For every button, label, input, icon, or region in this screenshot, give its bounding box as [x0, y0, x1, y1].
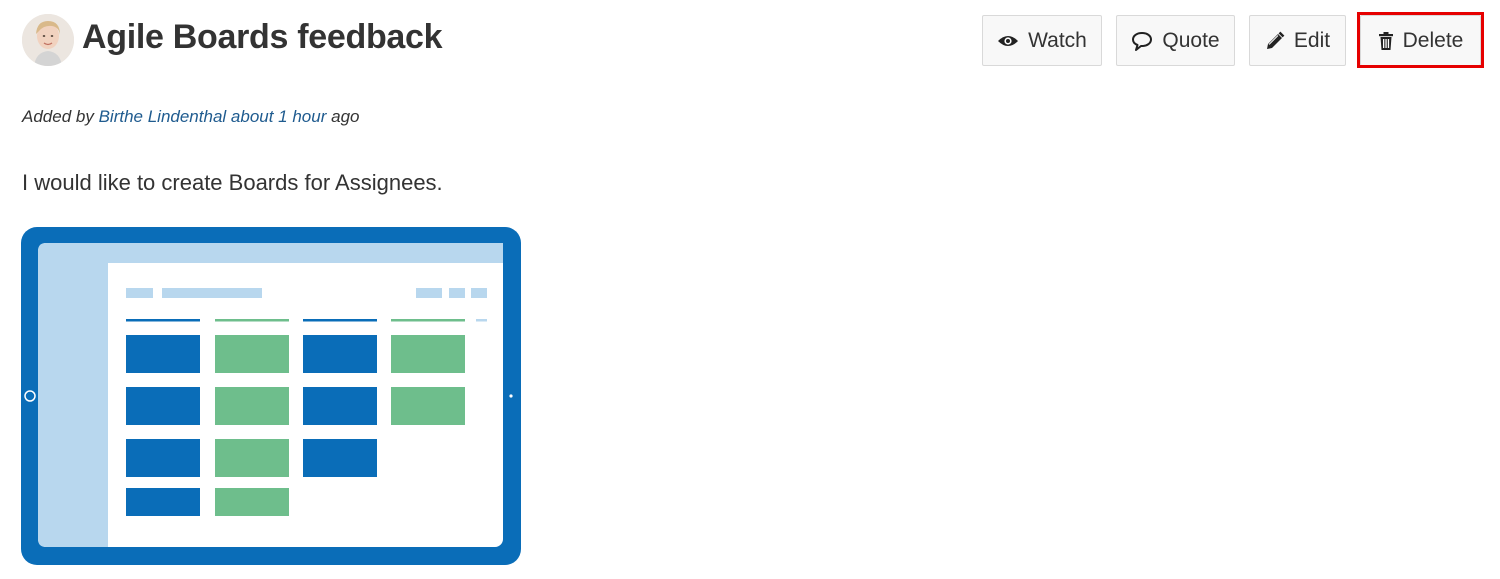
byline-suffix: ago: [331, 107, 360, 126]
avatar-photo-icon: [22, 14, 74, 66]
timestamp-link[interactable]: about 1 hour: [231, 107, 326, 126]
eye-icon: [998, 35, 1019, 46]
kanban-card: [391, 335, 465, 373]
kanban-card: [126, 387, 200, 425]
kanban-card: [215, 488, 289, 516]
pencil-icon: [1266, 31, 1285, 49]
page-title: Agile Boards feedback: [82, 18, 443, 56]
kanban-card: [126, 439, 200, 477]
kanban-card: [215, 335, 289, 373]
quote-button-label: Quote: [1162, 28, 1220, 52]
tablet-sensor: [509, 394, 513, 398]
author-avatar[interactable]: [22, 14, 74, 66]
kanban-card: [303, 335, 377, 373]
kanban-card: [126, 488, 200, 516]
edit-button-label: Edit: [1293, 28, 1331, 52]
trash-icon: [1378, 31, 1393, 50]
watch-button[interactable]: Watch: [982, 15, 1102, 66]
byline-prefix: Added by: [22, 107, 94, 126]
delete-button-label: Delete: [1402, 28, 1464, 52]
edit-button[interactable]: Edit: [1249, 15, 1346, 66]
watch-button-label: Watch: [1028, 28, 1087, 52]
kanban-card: [215, 387, 289, 425]
delete-button[interactable]: Delete: [1360, 15, 1481, 66]
tablet-sidebar: [38, 243, 108, 547]
byline: Added by Birthe Lindenthal about 1 hour …: [22, 107, 359, 127]
author-link[interactable]: Birthe Lindenthal: [99, 107, 227, 126]
issue-description: I would like to create Boards for Assign…: [22, 170, 443, 195]
kanban-card: [391, 387, 465, 425]
kanban-card: [303, 439, 377, 477]
speech-bubble-icon: [1132, 31, 1153, 51]
kanban-card: [126, 335, 200, 373]
tablet-topbar: [108, 243, 503, 263]
kanban-card: [303, 387, 377, 425]
quote-button[interactable]: Quote: [1116, 15, 1235, 66]
kanban-card: [215, 439, 289, 477]
tablet-kanban-illustration: [21, 227, 521, 565]
